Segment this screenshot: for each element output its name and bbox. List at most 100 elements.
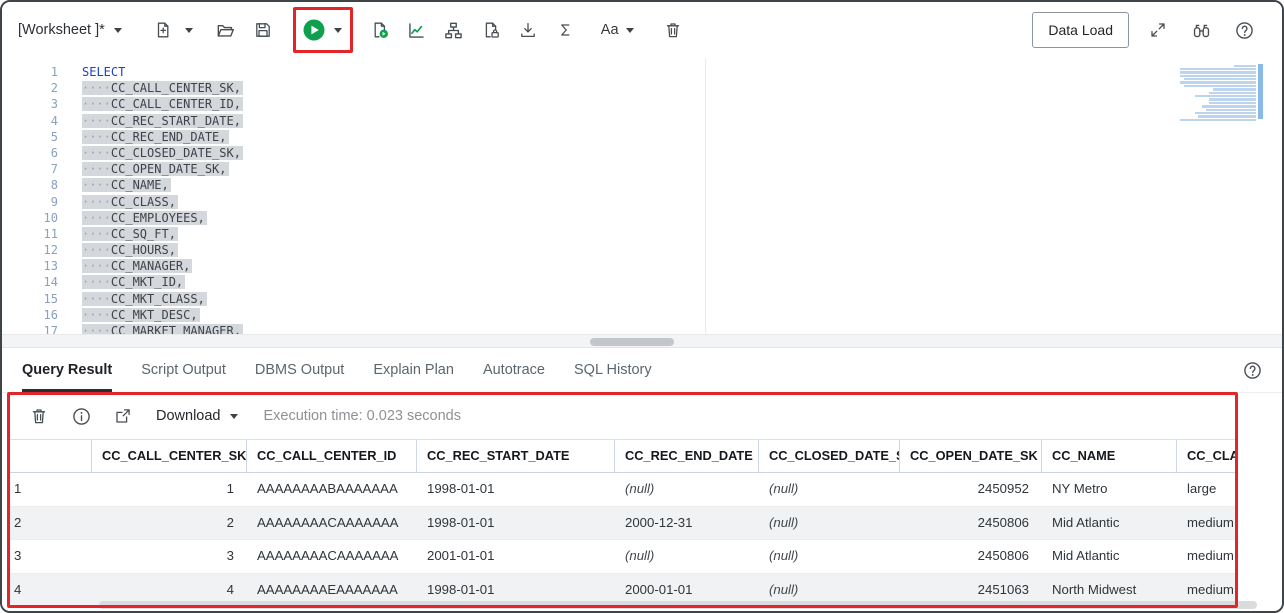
code-text: ····CC_MANAGER, — [82, 259, 193, 274]
code-line[interactable]: 11 ····CC_SQ_FT, — [2, 226, 1282, 242]
column-header-cc-call-center-sk[interactable]: CC_CALL_CENTER_SK — [92, 440, 247, 472]
help-icon[interactable] — [1229, 13, 1259, 47]
chevron-down-icon — [229, 413, 238, 419]
table-cell: medium — [1187, 548, 1234, 563]
code-text: SELECT — [82, 65, 126, 79]
chevron-down-icon[interactable] — [333, 27, 342, 33]
code-line[interactable]: 12 ····CC_HOURS, — [2, 242, 1282, 258]
download-query-button[interactable] — [513, 13, 543, 47]
code-line[interactable]: 13 ····CC_MANAGER, — [2, 258, 1282, 274]
code-text: ····CC_MKT_CLASS, — [82, 291, 207, 306]
help-icon[interactable] — [1243, 361, 1262, 385]
code-line[interactable]: 2 ····CC_CALL_CENTER_SK, — [2, 80, 1282, 96]
grid-body: 1 1 AAAAAAAABAAAAAAA 1998-01-01 (null) (null)… — [9, 473, 1237, 607]
line-number: 12 — [43, 243, 58, 258]
autotrace-button[interactable] — [439, 13, 469, 47]
line-number: 4 — [50, 113, 58, 128]
editor-hscrollbar-thumb[interactable] — [590, 338, 674, 346]
column-header-cc-rec-end-date[interactable]: CC_REC_END_DATE — [615, 440, 759, 472]
tab-script-output[interactable]: Script Output — [141, 348, 226, 392]
code-line[interactable]: 9 ····CC_CLASS, — [2, 194, 1282, 210]
table-cell: 1998-01-01 — [427, 514, 495, 530]
table-row[interactable]: 2 2 AAAAAAAACAAAAAAA 1998-01-01 2000-12-31 (n… — [9, 506, 1237, 540]
save-button[interactable] — [248, 13, 278, 47]
document-lock-button[interactable] — [476, 13, 506, 47]
code-line[interactable]: 16 ····CC_MKT_DESC, — [2, 307, 1282, 323]
find-binoculars-icon[interactable] — [1186, 13, 1216, 47]
code-line[interactable]: 4 ····CC_REC_START_DATE, — [2, 113, 1282, 129]
table-cell: AAAAAAAACAAAAAAA — [257, 514, 399, 530]
tab-query-result[interactable]: Query Result — [22, 348, 113, 392]
format-button[interactable] — [550, 13, 580, 47]
code-line[interactable]: 5 ····CC_REC_END_DATE, — [2, 129, 1282, 145]
code-line[interactable]: 17 ····CC_MARKET_MANAGER, — [2, 323, 1282, 334]
column-header-cc-name[interactable]: CC_NAME — [1042, 440, 1177, 472]
table-cell: large — [1187, 481, 1217, 496]
line-number: 16 — [43, 307, 58, 322]
tab-explain-plan[interactable]: Explain Plan — [373, 348, 454, 392]
minimap-slider[interactable] — [1258, 64, 1263, 119]
expand-icon[interactable] — [1143, 13, 1173, 47]
line-number: 14 — [43, 275, 58, 290]
editor-minimap[interactable] — [1178, 64, 1256, 122]
table-row[interactable]: 3 3 AAAAAAAACAAAAAAA 2001-01-01 (null) (null)… — [9, 540, 1237, 574]
tab-autotrace[interactable]: Autotrace — [483, 348, 545, 392]
table-cell: NY Metro — [1052, 481, 1108, 496]
open-file-button[interactable] — [211, 13, 241, 47]
editor-hscrollbar-track[interactable] — [2, 334, 1282, 348]
line-number: 3 — [50, 97, 58, 112]
result-tabs: Query Result Script Output DBMS Output Expl… — [22, 348, 681, 392]
run-script-button[interactable] — [365, 13, 395, 47]
info-icon[interactable] — [66, 399, 96, 433]
clear-result-trash-icon[interactable] — [24, 399, 54, 433]
line-number: 6 — [50, 145, 58, 160]
sql-editor[interactable]: 1 SELECT 2 ····CC_CALL_CENTER_SK, 3 ····CC_CA… — [2, 58, 1282, 334]
table-cell: (null) — [769, 481, 799, 496]
code-text: ····CC_CLOSED_DATE_SK, — [82, 145, 243, 160]
code-text: ····CC_NAME, — [82, 178, 171, 193]
table-cell: (null) — [625, 548, 655, 563]
tab-dbms-output[interactable]: DBMS Output — [255, 348, 344, 392]
data-load-button[interactable]: Data Load — [1032, 12, 1129, 48]
code-text: ····CC_HOURS, — [82, 243, 178, 258]
font-size-button[interactable]: Aa — [601, 22, 634, 38]
line-number: 9 — [50, 194, 58, 209]
download-button[interactable]: Download — [156, 408, 238, 424]
font-size-label: Aa — [600, 22, 619, 38]
code-text: ····CC_MARKET_MANAGER, — [82, 323, 243, 334]
table-cell: AAAAAAAACAAAAAAA — [257, 548, 399, 563]
column-header-cc-closed-date-sk[interactable]: CC_CLOSED_DATE_SK — [759, 440, 900, 472]
code-line[interactable]: 14 ····CC_MKT_ID, — [2, 274, 1282, 290]
clear-worksheet-button[interactable] — [658, 13, 688, 47]
column-header-cc-call-center-id[interactable]: CC_CALL_CENTER_ID — [247, 440, 417, 472]
open-in-new-icon[interactable] — [108, 399, 138, 433]
row-number-cell: 2 — [14, 514, 22, 530]
code-line[interactable]: 10 ····CC_EMPLOYEES, — [2, 210, 1282, 226]
run-statement-button[interactable] — [301, 13, 327, 47]
explain-plan-icon-button[interactable] — [402, 13, 432, 47]
code-line[interactable]: 6 ····CC_CLOSED_DATE_SK, — [2, 145, 1282, 161]
column-header-cc-open-date-sk[interactable]: CC_OPEN_DATE_SK — [900, 440, 1042, 472]
tab-sql-history[interactable]: SQL History — [574, 348, 652, 392]
code-line[interactable]: 7 ····CC_OPEN_DATE_SK, — [2, 161, 1282, 177]
table-cell: 1998-01-01 — [427, 481, 495, 496]
row-number-header[interactable] — [9, 440, 92, 472]
run-button-highlight — [292, 7, 353, 53]
line-number: 15 — [43, 291, 58, 306]
table-cell: 3 — [226, 548, 234, 563]
code-line[interactable]: 15 ····CC_MKT_CLASS, — [2, 291, 1282, 307]
result-hscrollbar-thumb[interactable] — [99, 601, 1257, 609]
code-line[interactable]: 8 ····CC_NAME, — [2, 177, 1282, 193]
new-worksheet-button[interactable] — [148, 13, 193, 47]
worksheet-window: [Worksheet ]* Aa Data Load 1 SELECT 2 ··… — [0, 0, 1284, 613]
code-text: ····CC_MKT_DESC, — [82, 307, 200, 322]
column-header-cc-class[interactable]: CC_CLASS — [1177, 440, 1237, 472]
code-line[interactable]: 3 ····CC_CALL_CENTER_ID, — [2, 96, 1282, 112]
table-cell: medium — [1187, 514, 1234, 530]
worksheet-selector[interactable]: [Worksheet ]* — [18, 22, 122, 38]
new-worksheet-icon — [148, 13, 178, 47]
editor-ruler — [705, 58, 706, 334]
column-header-cc-rec-start-date[interactable]: CC_REC_START_DATE — [417, 440, 615, 472]
table-row[interactable]: 1 1 AAAAAAAABAAAAAAA 1998-01-01 (null) (null)… — [9, 473, 1237, 507]
code-line[interactable]: 1 SELECT — [2, 64, 1282, 80]
